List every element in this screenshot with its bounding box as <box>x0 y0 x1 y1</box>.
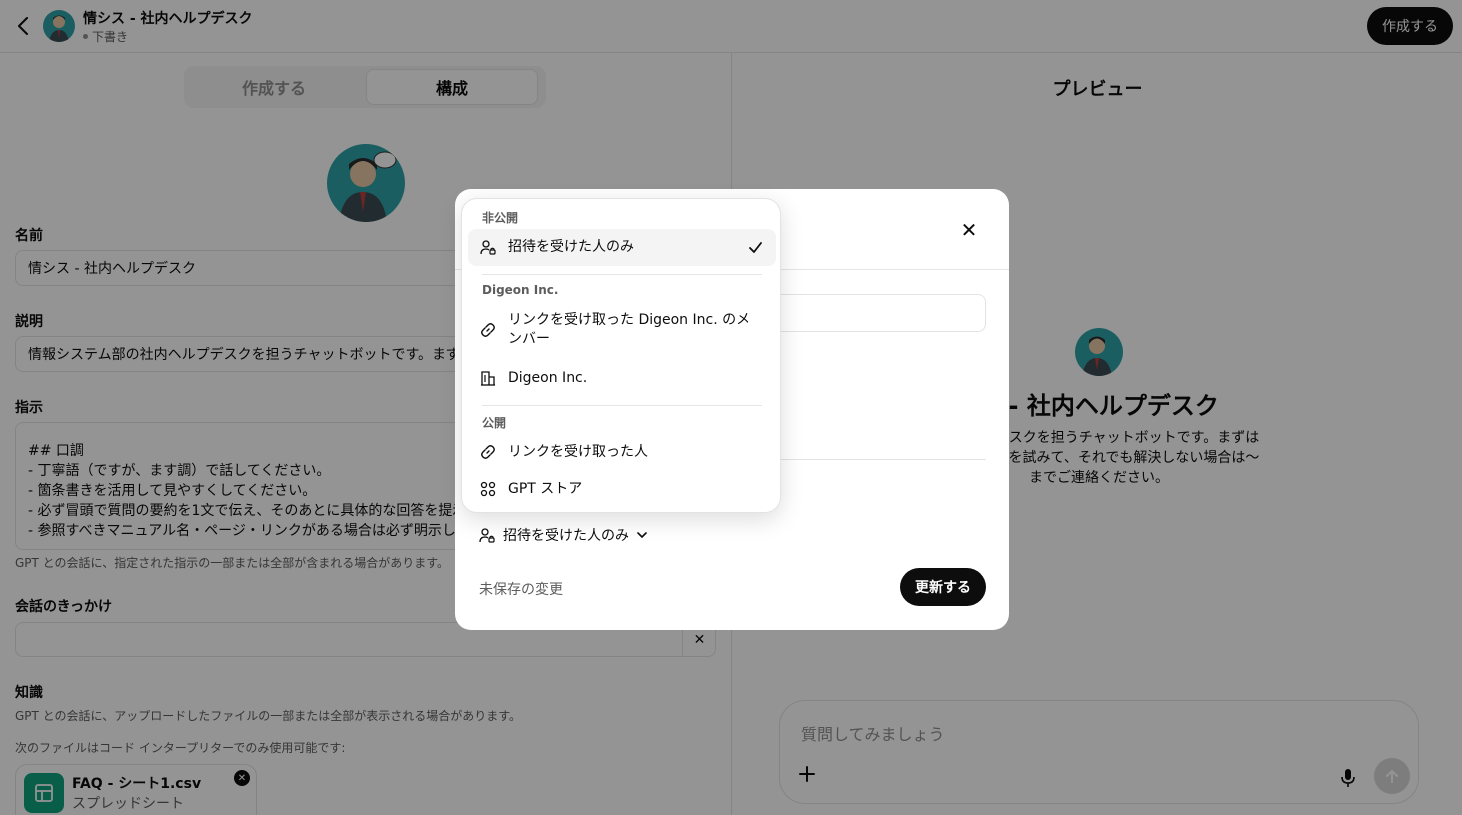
option-org[interactable]: Digeon Inc. <box>468 361 776 396</box>
menu-divider <box>482 274 762 275</box>
group-private-label: 非公開 <box>482 211 519 225</box>
option-label: Digeon Inc. <box>508 370 588 386</box>
option-label: リンクを受け取った Digeon Inc. のメンバー <box>508 312 751 347</box>
apps-grid-icon <box>480 481 496 497</box>
option-org-link[interactable]: リンクを受け取った Digeon Inc. のメンバー <box>468 305 776 355</box>
group-org-label: Digeon Inc. <box>482 283 559 297</box>
access-select[interactable]: 招待を受けた人のみ <box>479 524 647 546</box>
visibility-dropdown: 非公開 招待を受けた人のみ Digeon Inc. リンクを受け取った Dige… <box>461 198 781 513</box>
option-public-link[interactable]: リンクを受け取った人 <box>468 435 776 470</box>
link-icon <box>480 322 496 338</box>
group-public-label: 公開 <box>482 416 507 430</box>
unsaved-changes-label: 未保存の変更 <box>479 582 563 598</box>
access-select-value: 招待を受けた人のみ <box>503 528 629 544</box>
close-icon[interactable]: ✕ <box>958 218 980 242</box>
person-lock-icon <box>480 239 496 255</box>
update-button[interactable]: 更新する <box>900 568 986 606</box>
link-icon <box>480 444 496 460</box>
building-icon <box>480 370 496 386</box>
check-icon <box>748 240 762 254</box>
chevron-down-icon <box>637 532 647 539</box>
option-label: GPT ストア <box>508 481 583 497</box>
option-label: リンクを受け取った人 <box>508 444 648 460</box>
option-label: 招待を受けた人のみ <box>508 239 634 255</box>
option-gpt-store[interactable]: GPT ストア <box>468 472 776 507</box>
menu-divider <box>482 405 762 406</box>
option-invited-only[interactable]: 招待を受けた人のみ <box>468 229 776 266</box>
person-lock-icon <box>479 528 495 543</box>
